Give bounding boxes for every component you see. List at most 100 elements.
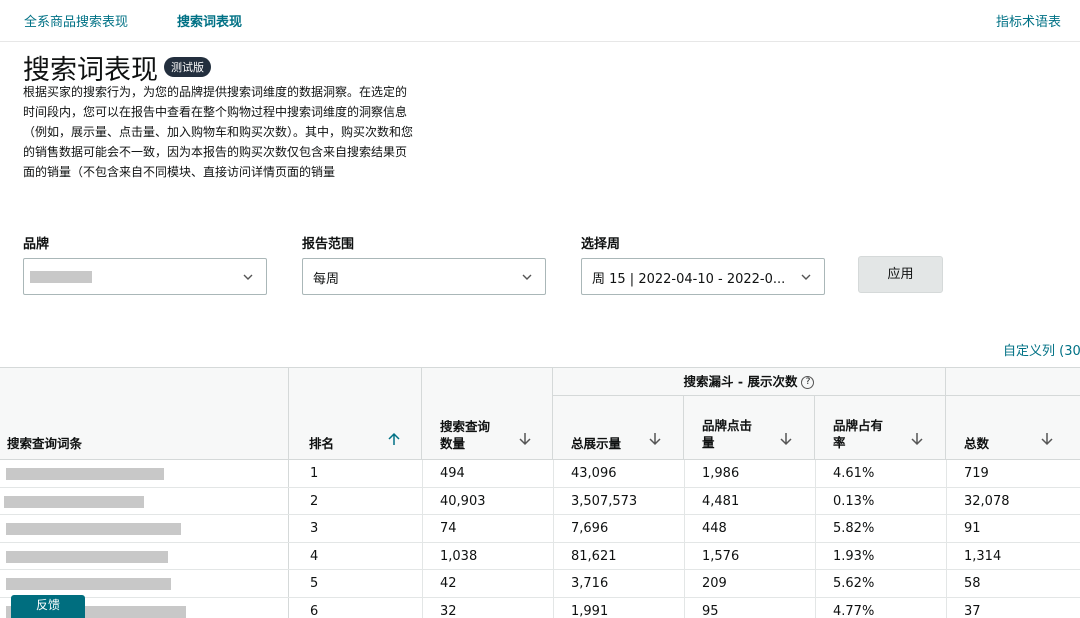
impressions-cell: 7,696 [571,521,609,536]
volume-cell: 32 [440,603,457,618]
impressions-cell: 81,621 [571,548,617,564]
redacted-query [6,523,181,535]
share-cell: 4.77% [833,603,875,618]
chevron-down-icon [243,274,253,280]
redacted-query [6,468,164,480]
volume-cell: 40,903 [440,493,486,509]
column-divider [553,460,554,618]
column-divider [815,460,816,618]
sort-arrow-up-icon [388,432,400,445]
rank-cell: 3 [310,521,319,536]
volume-cell: 74 [440,521,457,536]
rank-cell: 2 [310,493,319,509]
brand-label: 品牌 [23,237,50,252]
table-row[interactable]: 5 42 3,716 209 5.62% 58 [0,570,1080,598]
clicks-cell: 1,986 [702,466,740,481]
sort-arrow-down-icon [780,433,792,446]
top-nav: 全系商品搜索表现 搜索词表现 指标术语表 [0,0,1080,42]
rank-cell: 4 [310,548,319,564]
header-impressions-label: 总展示量 [571,436,622,451]
header-impressions[interactable]: 总展示量 [553,396,684,460]
header-brand-share-label-2: 率 [833,435,846,450]
header-brand-share-label-1: 品牌占有 [833,418,884,433]
table-row[interactable]: 1 494 43,096 1,986 4.61% 719 [0,460,1080,488]
header-brand-clicks[interactable]: 品牌点击 量 [684,396,815,460]
header-total[interactable]: 总数 [946,396,1080,460]
header-group-next [946,368,1080,396]
total-cell: 58 [964,576,981,591]
share-cell: 5.62% [833,576,875,591]
column-divider [684,460,685,618]
clicks-cell: 209 [702,576,727,591]
table-row[interactable]: 6 32 1,991 95 4.77% 37 [0,597,1080,618]
glossary-link[interactable]: 指标术语表 [996,11,1061,30]
sort-arrow-down-icon [1041,433,1053,446]
share-cell: 1.93% [833,548,875,564]
header-brand-share[interactable]: 品牌占有 率 [815,396,946,460]
share-cell: 0.13% [833,493,875,509]
week-label: 选择周 [581,237,621,252]
funnel-group-label: 搜索漏斗 - 展示次数 [683,374,798,389]
query-cell [0,487,289,514]
table-row[interactable]: 3 74 7,696 448 5.82% 91 [0,515,1080,543]
brand-select[interactable] [23,258,267,295]
rank-cell: 6 [310,603,319,618]
impressions-cell: 3,716 [571,576,609,591]
header-rank-label: 排名 [309,436,335,451]
sort-arrow-down-icon [649,433,661,446]
header-volume-label-1: 搜索查询 [440,419,491,434]
header-volume-label-2: 数量 [440,436,466,451]
header-volume[interactable]: 搜索查询 数量 [422,368,553,460]
table-row[interactable]: 2 40,903 3,507,573 4,481 0.13% 32,078 [0,487,1080,515]
volume-cell: 494 [440,466,465,481]
page-title: 搜索词表现 [23,54,158,86]
feedback-button[interactable]: 反馈 [11,595,85,618]
total-cell: 32,078 [964,493,1010,509]
info-icon[interactable]: ? [801,376,815,389]
table-row[interactable]: 4 1,038 81,621 1,576 1.93% 1,314 [0,542,1080,570]
scope-select[interactable]: 每周 [302,258,546,295]
scope-label: 报告范围 [302,237,355,252]
week-select[interactable]: 周 15 | 2022-04-10 - 2022-0... [581,258,825,295]
redacted-query [4,495,144,508]
volume-cell: 1,038 [440,548,478,564]
header-total-label: 总数 [964,436,990,451]
volume-cell: 42 [440,576,457,591]
total-cell: 91 [964,521,981,536]
total-cell: 1,314 [964,548,1002,564]
query-cell [0,460,289,487]
title-row: 搜索词表现 测试版 [23,50,211,86]
clicks-cell: 95 [702,603,719,618]
chevron-down-icon [801,274,811,280]
impressions-cell: 1,991 [571,603,609,618]
share-cell: 5.82% [833,521,875,536]
redacted-query [6,550,168,563]
chevron-down-icon [522,274,532,280]
week-value: 周 15 | 2022-04-10 - 2022-0... [592,272,786,287]
redacted-brand [30,271,92,283]
beta-badge: 测试版 [164,57,211,77]
clicks-cell: 4,481 [702,493,740,509]
customize-columns-link[interactable]: 自定义列 (30 [1003,340,1080,359]
impressions-cell: 3,507,573 [571,493,638,509]
rank-cell: 5 [310,576,319,591]
total-cell: 37 [964,603,981,618]
clicks-cell: 448 [702,521,727,536]
header-rank[interactable]: 排名 [289,368,422,460]
apply-button[interactable]: 应用 [858,256,943,293]
scope-value: 每周 [313,272,340,287]
header-query[interactable]: 搜索查询词条 [0,368,289,460]
nav-link-search-terms[interactable]: 搜索词表现 [177,11,242,30]
header-brand-clicks-label-1: 品牌点击 [702,418,753,433]
clicks-cell: 1,576 [702,548,740,564]
sort-arrow-down-icon [519,433,531,446]
query-cell [0,542,289,569]
query-cell [0,515,289,542]
impressions-cell: 43,096 [571,466,617,481]
rank-cell: 1 [310,466,319,481]
redacted-query [6,578,171,590]
header-brand-clicks-label-2: 量 [702,435,715,450]
query-cell [0,570,289,597]
page-description: 根据买家的搜索行为，为您的品牌提供搜索词维度的数据洞察。在选定的时间段内，您可以… [23,85,414,179]
nav-link-all-products[interactable]: 全系商品搜索表现 [24,11,128,30]
